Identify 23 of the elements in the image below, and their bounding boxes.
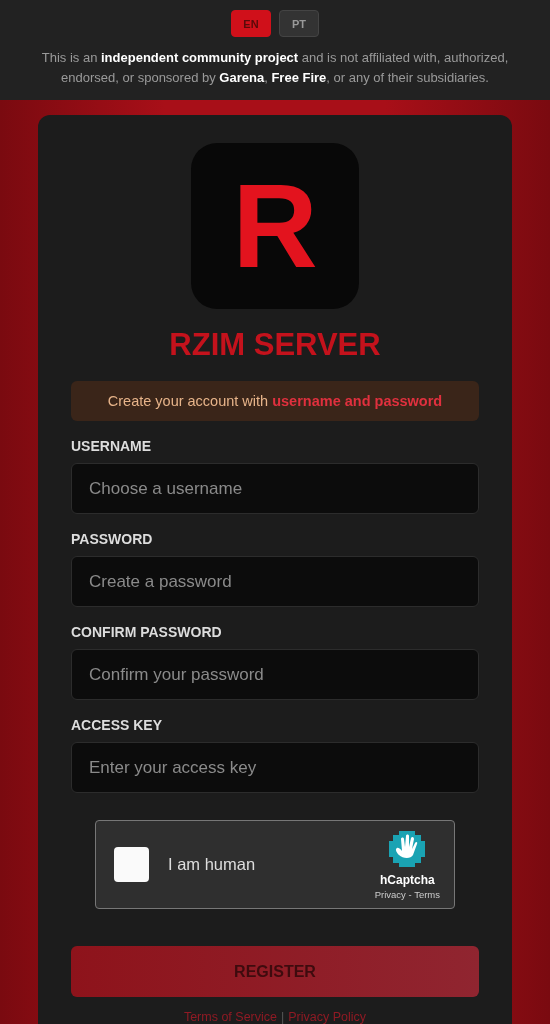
captcha-brand: hCaptcha: [380, 873, 435, 888]
server-title: RZIM SERVER: [168, 326, 382, 365]
input-field[interactable]: Enter your access key: [71, 742, 479, 794]
notice-text: Create your account with username and password: [71, 381, 479, 422]
disclaimer-text: This is an independent community project and is not affiliated with, authorized, endorsed, or sponsored by Garena, Free Fire, or any of their subsidiaries.: [40, 49, 510, 87]
captcha-checkbox[interactable]: [114, 847, 149, 883]
input-field[interactable]: Create a password: [71, 556, 479, 608]
input-field[interactable]: Confirm your password: [71, 649, 479, 701]
register-button[interactable]: REGISTER: [71, 946, 479, 997]
input-field[interactable]: Choose a username: [71, 463, 479, 515]
field-label: USERNAME: [71, 437, 153, 456]
captcha-label: I am human: [168, 855, 257, 875]
field-label: CONFIRM PASSWORD: [71, 623, 223, 642]
logo-letter: R: [232, 167, 318, 286]
field-label: ACCESS KEY: [71, 716, 164, 735]
field-label: PASSWORD: [71, 530, 154, 549]
footer-link[interactable]: Terms of Service: [183, 1010, 277, 1024]
footer-link[interactable]: Privacy Policy: [288, 1010, 367, 1024]
language-button[interactable]: PT: [279, 10, 319, 37]
captcha-links[interactable]: Privacy - Terms: [374, 889, 440, 901]
separator-text: |: [281, 1010, 285, 1024]
hand-icon: [387, 829, 428, 870]
language-button[interactable]: EN: [231, 10, 271, 37]
